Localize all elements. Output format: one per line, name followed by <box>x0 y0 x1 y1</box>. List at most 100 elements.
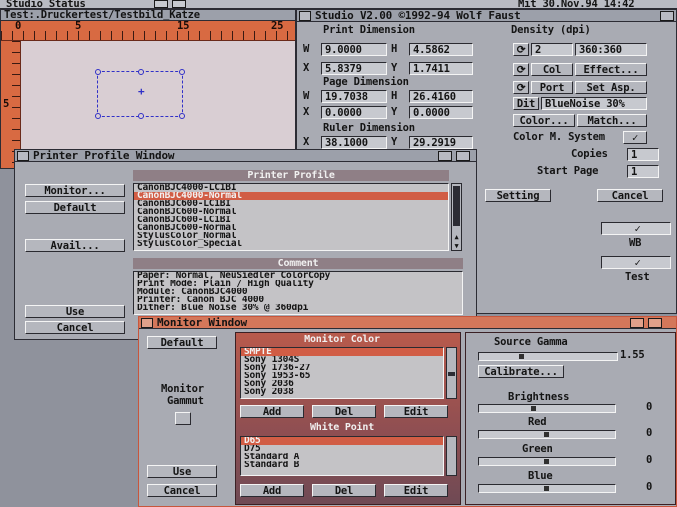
col-cycle-button[interactable]: ⟳ <box>513 63 529 76</box>
list-item-selected[interactable]: CanonBJC4000-Normal <box>134 192 448 200</box>
source-gamma-slider[interactable] <box>478 352 618 361</box>
green-slider[interactable] <box>478 457 616 466</box>
blue-slider[interactable] <box>478 484 616 493</box>
slider-knob[interactable] <box>519 354 524 359</box>
slider-knob[interactable] <box>544 459 549 464</box>
port-button[interactable]: Port <box>531 81 573 94</box>
print-x-field[interactable]: 5.8379 <box>321 62 387 75</box>
slider-knob[interactable] <box>544 432 549 437</box>
scroll-up-icon[interactable]: ▲ <box>452 233 461 241</box>
scroll-down-icon[interactable]: ▼ <box>452 242 461 250</box>
depth-gadget[interactable] <box>648 318 662 328</box>
frame-handle[interactable] <box>138 69 144 75</box>
frame-handle[interactable] <box>138 113 144 119</box>
zoom-gadget[interactable] <box>438 151 452 161</box>
list-item[interactable]: Sony 1304S <box>241 356 443 364</box>
list-item[interactable]: CanonBJC600-LC1BI <box>134 200 448 208</box>
density-cycle-button[interactable]: ⟳ <box>513 43 529 56</box>
list-item[interactable]: Sony 2038 <box>241 388 443 396</box>
cancel-button[interactable]: Cancel <box>25 321 125 334</box>
list-item-selected[interactable]: D65 <box>241 437 443 445</box>
monitor-color-scrollbar[interactable] <box>446 347 457 399</box>
cancel-button[interactable]: Cancel <box>147 484 217 497</box>
close-gadget[interactable] <box>299 11 311 21</box>
copies-field[interactable]: 1 <box>627 148 659 161</box>
close-gadget[interactable] <box>141 318 153 328</box>
list-item[interactable]: StylusColor_Special <box>134 240 448 248</box>
page-y-field[interactable]: 0.0000 <box>409 106 473 119</box>
list-item[interactable]: StylusColor_Normal <box>134 232 448 240</box>
start-page-field[interactable]: 1 <box>627 165 659 178</box>
screen-depth-gadget[interactable] <box>154 0 168 8</box>
list-item[interactable]: Sony 1953-65 <box>241 372 443 380</box>
list-item[interactable]: CanonBJC600-Normal <box>134 208 448 216</box>
color-system-checkbox[interactable]: ✓ <box>623 131 647 144</box>
default-button[interactable]: Default <box>25 201 125 214</box>
list-item[interactable]: Sony 2036 <box>241 380 443 388</box>
profile-list[interactable]: CanonBJC4000-LC1BI CanonBJC4000-Normal C… <box>133 183 449 251</box>
color-button[interactable]: Color... <box>513 114 575 127</box>
white-point-list[interactable]: D65 D75 Standard A Standard B <box>240 436 444 476</box>
frame-handle[interactable] <box>179 69 185 75</box>
effect-button[interactable]: Effect... <box>575 63 647 76</box>
red-slider[interactable] <box>478 430 616 439</box>
del-white-point-button[interactable]: Del <box>312 484 376 497</box>
cancel-button[interactable]: Cancel <box>597 189 663 202</box>
print-width-field[interactable]: 9.0000 <box>321 43 387 56</box>
screen-front-gadget[interactable] <box>172 0 186 8</box>
calibrate-button[interactable]: Calibrate... <box>478 365 564 378</box>
test-checkbox[interactable]: ✓ <box>601 256 671 269</box>
density-value-field[interactable]: 360:360 <box>575 43 647 56</box>
monitor-window-titlebar[interactable]: Monitor Window <box>139 317 676 329</box>
scrollbar-knob[interactable] <box>448 372 455 376</box>
white-point-scrollbar[interactable] <box>446 436 457 476</box>
scrollbar-knob[interactable] <box>453 186 460 226</box>
list-item[interactable]: CanonBJC4000-LC1BI <box>134 184 448 192</box>
density-mode-field[interactable]: 2 <box>531 43 573 56</box>
slider-knob[interactable] <box>544 486 549 491</box>
add-color-button[interactable]: Add <box>240 405 304 418</box>
frame-handle[interactable] <box>95 113 101 119</box>
studio-window-titlebar[interactable]: Studio V2.00 ©1992-94 Wolf Faust <box>297 10 676 22</box>
edit-white-point-button[interactable]: Edit <box>384 484 448 497</box>
close-gadget[interactable] <box>17 151 29 161</box>
dither-field[interactable]: BlueNoise 30% <box>541 97 647 110</box>
printer-profile-titlebar[interactable]: Printer Profile Window <box>15 150 476 162</box>
add-white-point-button[interactable]: Add <box>240 484 304 497</box>
list-item[interactable]: Sony 1736-27 <box>241 364 443 372</box>
setting-button[interactable]: Setting <box>485 189 551 202</box>
frame-handle[interactable] <box>179 113 185 119</box>
profile-scrollbar[interactable]: ▲ ▼ <box>451 183 462 251</box>
page-height-field[interactable]: 26.4160 <box>409 90 473 103</box>
list-item[interactable]: Standard B <box>241 461 443 469</box>
monitor-color-list[interactable]: SMPTE Sony 1304S Sony 1736-27 Sony 1953-… <box>240 347 444 399</box>
frame-handle[interactable] <box>95 69 101 75</box>
print-frame[interactable]: + <box>95 69 185 119</box>
list-item[interactable]: Standard A <box>241 453 443 461</box>
set-aspect-button[interactable]: Set Asp. <box>575 81 647 94</box>
zoom-gadget[interactable] <box>630 318 644 328</box>
edit-color-button[interactable]: Edit <box>384 405 448 418</box>
monitor-button[interactable]: Monitor... <box>25 184 125 197</box>
slider-knob[interactable] <box>531 406 536 411</box>
port-cycle-button[interactable]: ⟳ <box>513 81 529 94</box>
print-height-field[interactable]: 4.5862 <box>409 43 473 56</box>
avail-button[interactable]: Avail... <box>25 239 125 252</box>
list-item[interactable]: D75 <box>241 445 443 453</box>
use-button[interactable]: Use <box>147 465 217 478</box>
status-window-titlebar[interactable]: Test:.Druckertest/Testbild_Katze <box>1 10 295 21</box>
dit-button[interactable]: Dit <box>513 97 539 110</box>
monitor-gamut-checkbox[interactable] <box>175 412 191 425</box>
brightness-slider[interactable] <box>478 404 616 413</box>
use-button[interactable]: Use <box>25 305 125 318</box>
page-x-field[interactable]: 0.0000 <box>321 106 387 119</box>
match-button[interactable]: Match... <box>577 114 647 127</box>
wb-checkbox[interactable]: ✓ <box>601 222 671 235</box>
default-button[interactable]: Default <box>147 336 217 349</box>
ruler-x-field[interactable]: 38.1000 <box>321 136 387 149</box>
list-item[interactable]: CanonBJC600-Normal <box>134 224 448 232</box>
depth-gadget[interactable] <box>660 11 674 21</box>
col-button[interactable]: Col <box>531 63 573 76</box>
del-color-button[interactable]: Del <box>312 405 376 418</box>
page-width-field[interactable]: 19.7038 <box>321 90 387 103</box>
